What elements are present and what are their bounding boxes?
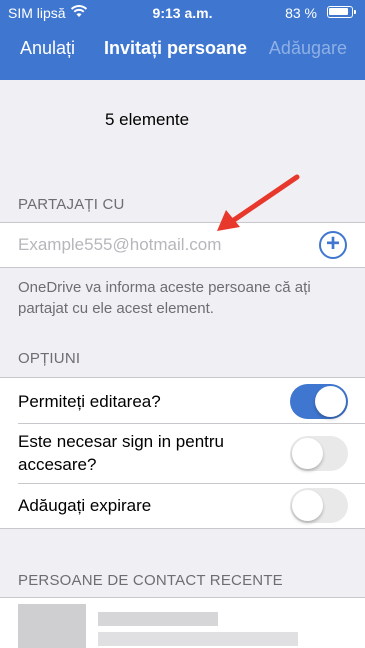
avatar: [18, 604, 86, 648]
toggle-knob: [292, 438, 323, 469]
cancel-button[interactable]: Anulați: [20, 38, 75, 59]
app-header: SIM lipsă 9:13 a.m. 83 % Anulați Invitaț…: [0, 0, 365, 80]
item-count-header: 5 elemente: [0, 80, 365, 160]
add-recipient-icon[interactable]: +: [319, 231, 347, 259]
add-expiration-toggle[interactable]: [290, 488, 348, 523]
email-input[interactable]: [18, 235, 298, 255]
divider: [18, 423, 365, 424]
toggle-knob: [315, 386, 346, 417]
battery-icon: [327, 6, 356, 18]
option-label: Permiteți editarea?: [18, 392, 161, 411]
contact-email-blurred: [98, 632, 298, 646]
annotation-arrow-icon: [217, 174, 300, 231]
allow-editing-toggle[interactable]: [290, 384, 348, 419]
options-label: OPȚIUNI: [18, 350, 81, 367]
share-note: OneDrive va informa aceste persoane că a…: [18, 279, 311, 317]
contact-name-blurred: [98, 612, 218, 626]
toggle-knob: [292, 490, 323, 521]
recent-contacts-label: PERSOANE DE CONTACT RECENTE: [18, 572, 283, 589]
option-label: Este necesar sign in pentru accesare?: [18, 432, 225, 474]
battery-percent: 83 %: [285, 5, 317, 21]
page-title: Invitați persoane: [104, 38, 248, 58]
option-label: Adăugați expirare: [18, 496, 152, 515]
status-bar: SIM lipsă 9:13 a.m. 83 %: [0, 0, 365, 26]
require-sign-in-toggle[interactable]: [290, 436, 348, 471]
add-button[interactable]: Adăugare: [269, 38, 347, 59]
share-input-row: +: [0, 222, 365, 268]
navigation-bar: Anulați Invitați persoane Adăugare: [0, 30, 365, 70]
item-count-label: 5 elemente: [105, 110, 190, 129]
options-list: Permiteți editarea? Este necesar sign in…: [0, 377, 365, 529]
recent-contact-item[interactable]: [0, 597, 365, 648]
divider: [18, 483, 365, 484]
share-with-label: PARTAJAȚI CU: [18, 196, 125, 213]
